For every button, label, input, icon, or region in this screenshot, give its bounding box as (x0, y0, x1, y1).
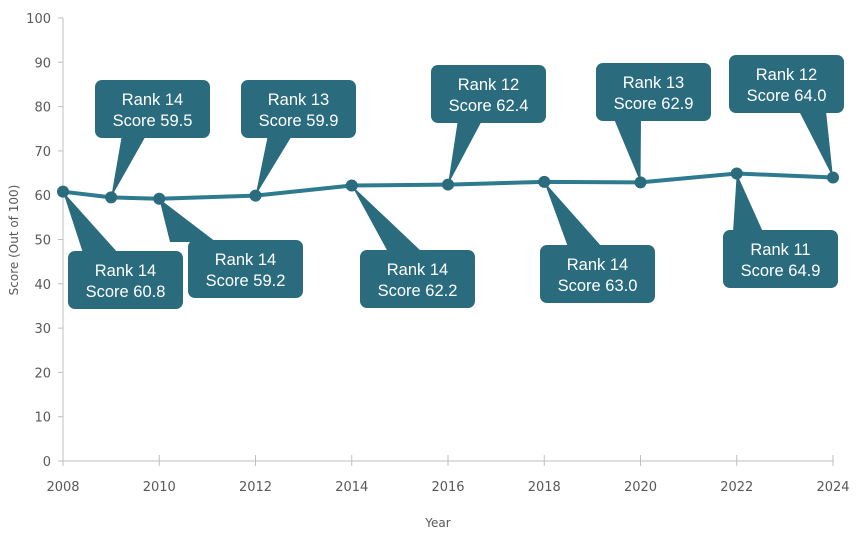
callout-pointer (733, 173, 763, 232)
x-tick-label: 2024 (816, 480, 849, 495)
callout: Rank 13 Score 59.9 (241, 80, 356, 196)
callout-layer: Rank 14Score 60.8Rank 14Score 59.5Rank 1… (63, 55, 844, 309)
callout-pointer (614, 119, 641, 183)
y-tick-label: 20 (34, 366, 51, 381)
callout-rank: Rank 14 (122, 91, 183, 109)
callout: Rank 12 Score 64.0 (729, 55, 844, 178)
x-tick-label: 2022 (720, 480, 753, 495)
callout-rank: Rank 13 (623, 74, 684, 92)
x-tick-label: 2010 (143, 480, 176, 495)
line-chart: 0 10 20 30 40 50 60 70 80 90 100 2008 2010 2012 2014 20… (7, 12, 850, 530)
x-tick-label: 2008 (46, 480, 79, 495)
y-tick-label: 90 (34, 56, 51, 71)
y-tick-label: 100 (26, 12, 51, 27)
y-tick-label: 10 (34, 411, 51, 426)
callout-score: Score 64.9 (741, 262, 821, 280)
y-tick-label: 0 (43, 455, 51, 470)
callout: Rank 13 Score 62.9 (596, 63, 711, 183)
callout-score: Score 63.0 (558, 277, 638, 295)
x-tick-label: 2016 (431, 480, 464, 495)
callout-rank: Rank 12 (458, 76, 519, 94)
callout-pointer (111, 136, 146, 198)
callout-score: Score 59.9 (259, 112, 339, 130)
callout-rank: Rank 14 (387, 261, 448, 279)
callout-rank: Rank 11 (750, 241, 810, 259)
x-tick-label: 2014 (335, 480, 368, 495)
callout-score: Score 60.8 (86, 283, 166, 301)
callout-rank: Rank 14 (215, 251, 276, 269)
callout: Rank 12 Score 62.4 (431, 65, 546, 185)
callout-rank: Rank 12 (756, 66, 817, 84)
callout-pointer (544, 181, 602, 247)
y-tick-label: 30 (34, 322, 51, 337)
x-tick-label: 2018 (528, 480, 561, 495)
y-tick-label: 50 (34, 234, 51, 249)
callout-rank: Rank 14 (567, 256, 628, 274)
x-axis-title: Year (424, 516, 450, 530)
y-tick-label: 80 (34, 101, 51, 116)
callout: Rank 14 Score 59.5 (95, 80, 210, 198)
callout-score: Score 62.4 (449, 97, 529, 115)
x-tick-label: 2020 (624, 480, 657, 495)
callout-pointer (448, 121, 482, 185)
callout-pointer (255, 136, 292, 196)
callout: Rank 14 Score 63.0 (540, 181, 655, 303)
callout-pointer (159, 198, 216, 242)
callout-score: Score 62.2 (378, 282, 458, 300)
y-tick-label: 40 (34, 278, 51, 293)
callout-rank: Rank 14 (95, 262, 156, 280)
x-tick-label: 2012 (239, 480, 272, 495)
callout-pointer (351, 185, 422, 252)
callout-pointer (799, 111, 833, 178)
callout-score: Score 59.5 (113, 112, 193, 130)
callout: Rank 11 Score 64.9 (723, 173, 838, 288)
callout: Rank 14 Score 62.2 (351, 185, 475, 308)
callout-rank: Rank 13 (268, 91, 329, 109)
y-tick-label: 70 (34, 145, 51, 160)
y-tick-label: 60 (34, 189, 51, 204)
callout-score: Score 59.2 (206, 272, 286, 290)
callout-score: Score 62.9 (614, 95, 694, 113)
callout-score: Score 64.0 (747, 87, 827, 105)
y-axis-title: Score (Out of 100) (7, 185, 21, 296)
series-layer (57, 167, 839, 205)
